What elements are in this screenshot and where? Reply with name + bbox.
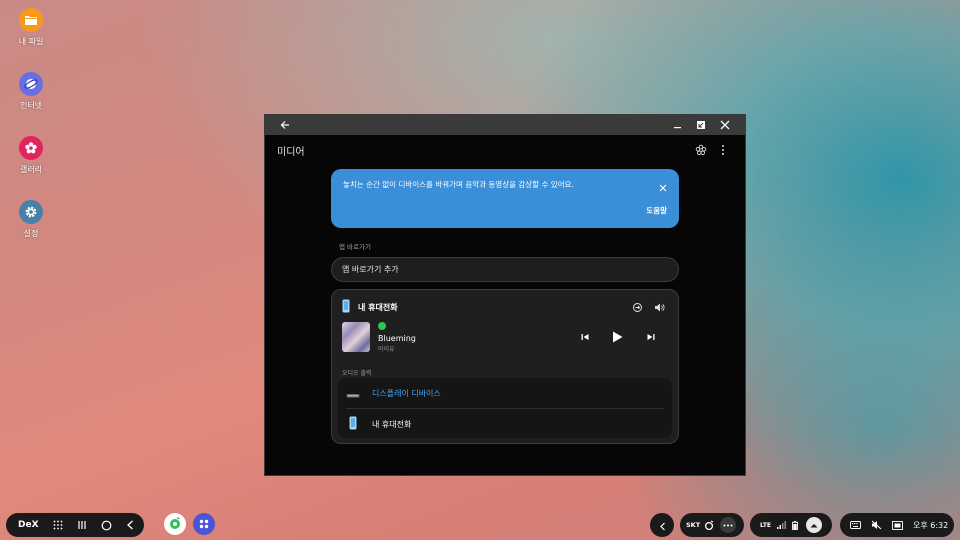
- dex-navigation-bar: DeX: [6, 513, 144, 537]
- phone-icon: [342, 298, 350, 317]
- back-icon[interactable]: [126, 520, 134, 530]
- previous-track-icon[interactable]: [576, 328, 594, 346]
- media-player-card: 내 휴대전화 Blueming 아이유 오디오 출력 디스플레이 디바이스 내 …: [331, 289, 679, 444]
- quick-panel-up-icon[interactable]: [806, 517, 822, 533]
- dex-button[interactable]: DeX: [18, 520, 39, 530]
- home-icon[interactable]: [101, 520, 112, 531]
- music-app-icon: [378, 322, 386, 330]
- notification-area[interactable]: SKT: [680, 513, 744, 537]
- shortcuts-section-label: 앱 바로가기: [339, 243, 371, 251]
- help-link[interactable]: 도움말: [646, 205, 667, 216]
- display-device-icon: [346, 384, 360, 403]
- desktop-icon-gallery[interactable]: 갤러리: [10, 136, 52, 175]
- play-icon[interactable]: [608, 328, 626, 346]
- next-track-icon[interactable]: [642, 328, 660, 346]
- music-notification-icon: [704, 520, 714, 530]
- output-display-device[interactable]: 디스플레이 디바이스: [338, 378, 672, 408]
- switch-device-icon[interactable]: [628, 298, 646, 316]
- gear-icon: [19, 200, 43, 224]
- more-options-icon[interactable]: [713, 140, 733, 160]
- back-arrow-icon[interactable]: [273, 115, 297, 135]
- gallery-flower-icon: [19, 136, 43, 160]
- chevron-left-icon: [659, 516, 666, 535]
- more-notifications-icon[interactable]: [720, 517, 737, 533]
- mute-icon[interactable]: [871, 520, 882, 530]
- volume-icon[interactable]: [650, 298, 668, 316]
- desktop-icon-internet[interactable]: 인터넷: [10, 72, 52, 111]
- battery-icon: [792, 520, 798, 530]
- audio-output-list: 디스플레이 디바이스 내 휴대전화: [338, 378, 672, 438]
- minimize-button[interactable]: [665, 115, 689, 135]
- page-title: 미디어: [277, 146, 305, 158]
- clock[interactable]: 오후 6:32: [913, 520, 948, 531]
- folder-icon: [19, 8, 43, 32]
- album-art: [342, 322, 370, 352]
- taskbar-apps-app[interactable]: [193, 513, 215, 535]
- phone-icon: [349, 415, 357, 434]
- banner-close-icon[interactable]: [657, 179, 669, 192]
- output-name: 디스플레이 디바이스: [372, 388, 441, 398]
- player-device-name: 내 휴대전화: [358, 302, 398, 312]
- desktop-icon-settings[interactable]: 설정: [10, 200, 52, 239]
- app-bar: 미디어: [265, 135, 745, 165]
- audio-output-label: 오디오 출력: [342, 370, 372, 377]
- window-titlebar[interactable]: [265, 115, 745, 135]
- recent-apps-icon[interactable]: [77, 520, 87, 530]
- signal-strength-icon: [777, 521, 787, 529]
- system-tray: 오후 6:32: [840, 513, 954, 537]
- song-artist: 아이유: [378, 346, 395, 353]
- app-grid-icon: [198, 515, 210, 534]
- output-my-phone[interactable]: 내 휴대전화: [338, 409, 672, 439]
- music-app-icon: [168, 515, 182, 534]
- add-shortcut-button[interactable]: 앱 바로가기 추가: [331, 257, 679, 282]
- desktop-icon-label: 인터넷: [19, 101, 43, 110]
- player-device-row: 내 휴대전화: [342, 298, 668, 316]
- desktop-icon-label: 설정: [23, 229, 39, 238]
- keyboard-icon[interactable]: [850, 521, 861, 529]
- song-title: Blueming: [378, 334, 416, 343]
- add-shortcut-label: 앱 바로가기 추가: [342, 265, 399, 274]
- internet-icon: [19, 72, 43, 96]
- desktop-icon-label: 내 파일: [18, 37, 44, 46]
- screenshot-icon[interactable]: [892, 520, 903, 530]
- desktop-icon-my-files[interactable]: 내 파일: [10, 8, 52, 47]
- flower-settings-icon[interactable]: [691, 140, 711, 160]
- taskbar-music-app[interactable]: [164, 513, 186, 535]
- status-area[interactable]: LTE: [750, 513, 832, 537]
- media-window: 미디어 놓치는 순간 없이 디바이스를 바꿔가며 음악과 동영상을 감상할 수 …: [264, 114, 746, 476]
- maximize-button[interactable]: [689, 115, 713, 135]
- taskbar-collapse-button[interactable]: [650, 513, 674, 537]
- network-type-label: LTE: [760, 521, 772, 529]
- apps-grid-icon[interactable]: [53, 520, 63, 530]
- output-name: 내 휴대전화: [372, 419, 412, 429]
- desktop-icon-label: 갤러리: [19, 165, 43, 174]
- banner-message: 놓치는 순간 없이 디바이스를 바꿔가며 음악과 동영상을 감상할 수 있어요.: [343, 180, 574, 189]
- close-button[interactable]: [713, 115, 737, 135]
- carrier-label: SKT: [686, 521, 701, 529]
- info-banner: 놓치는 순간 없이 디바이스를 바꿔가며 음악과 동영상을 감상할 수 있어요.…: [331, 169, 679, 228]
